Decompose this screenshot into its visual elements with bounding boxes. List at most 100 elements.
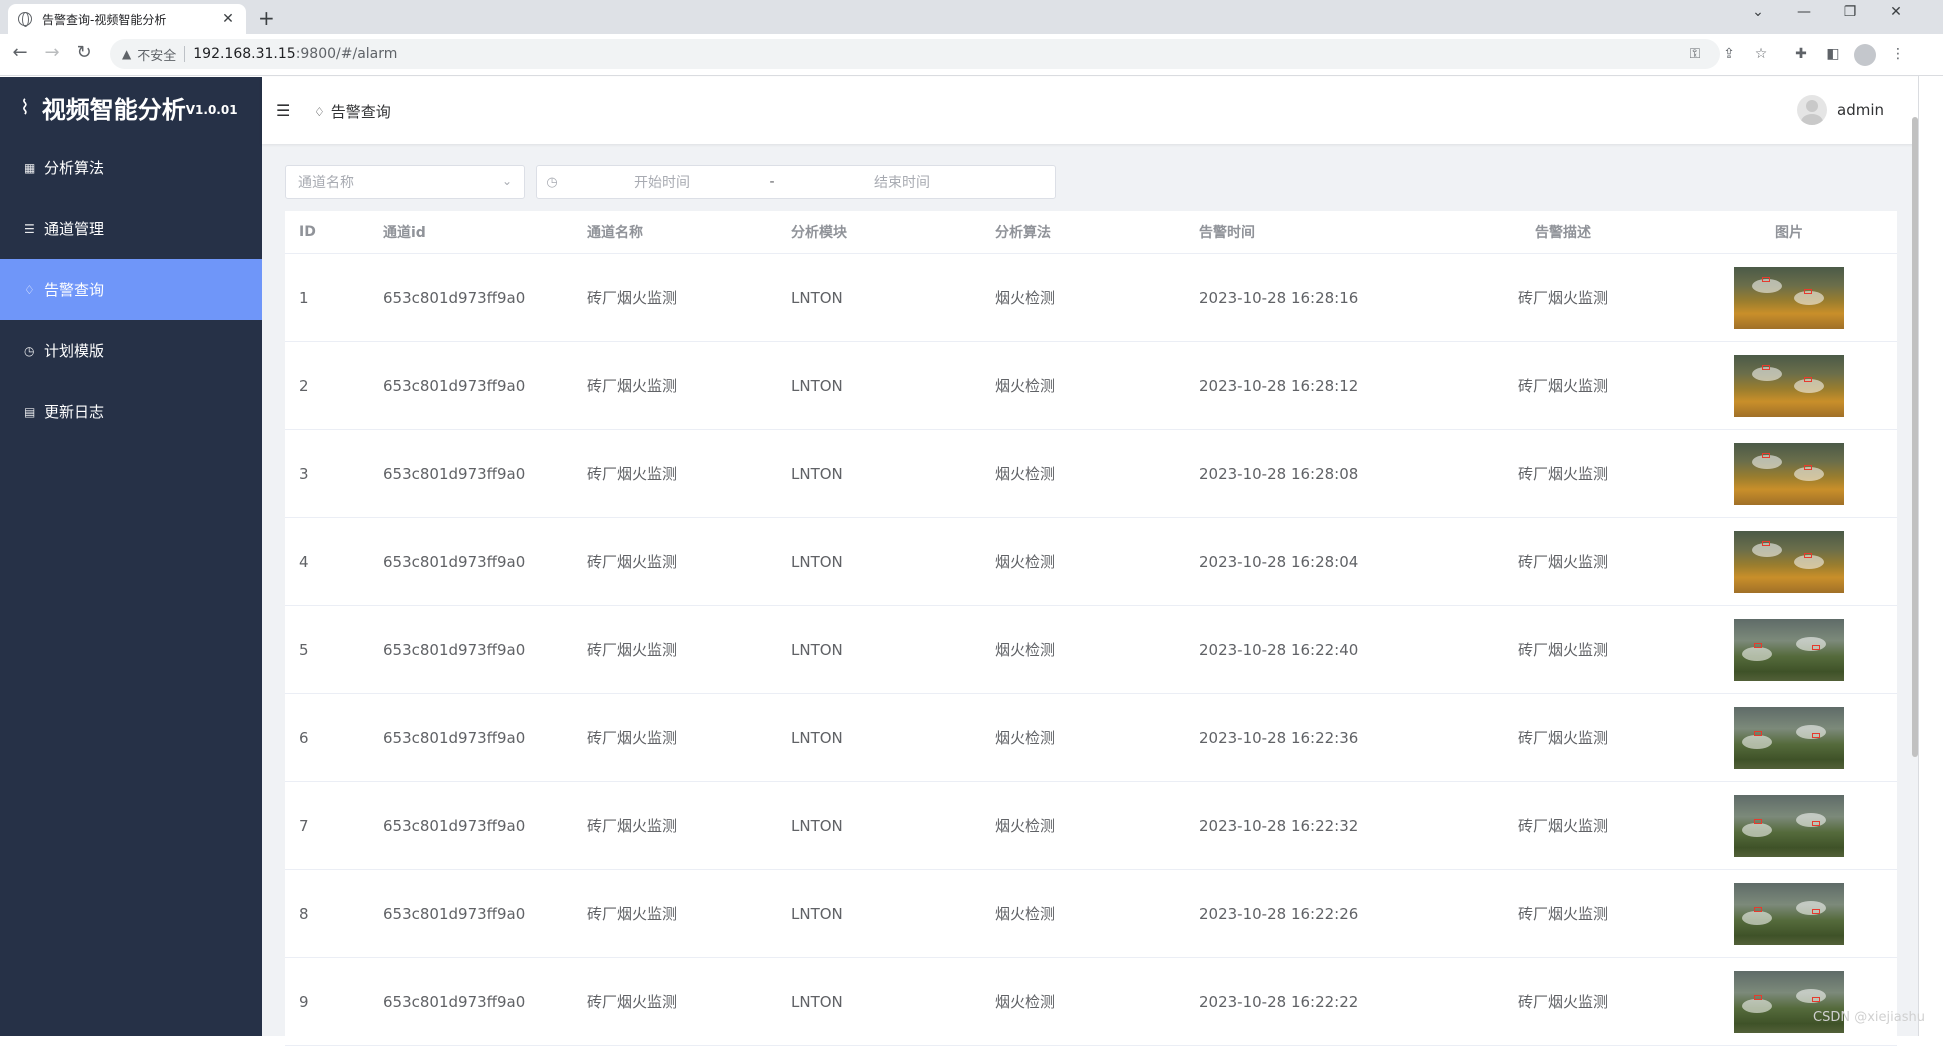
breadcrumb-label: 告警查询 [330, 103, 391, 121]
watermark: CSDN @xiejiashu [1813, 1010, 1925, 1025]
row-channel-name: 砖厂烟火监测 [587, 641, 678, 659]
row-description: 砖厂烟火监测 [1517, 465, 1608, 483]
table-body: 1 653c801d973ff9a0 砖厂烟火监测 LNTON 烟火检测 2023-10-… [285, 254, 1897, 1046]
sidebar-item-algorithms[interactable]: ▦ 分析算法 [0, 137, 262, 198]
star-icon[interactable]: ☆ [1751, 46, 1771, 62]
sidebar-item-plans[interactable]: ◷ 计划模版 [0, 320, 262, 381]
table-row[interactable]: 8 653c801d973ff9a0 砖厂烟火监测 LNTON 烟火检测 2023-10-… [285, 870, 1897, 958]
collapse-menu-icon[interactable]: ☰ [276, 101, 290, 120]
breadcrumb: ♢ 告警查询 [314, 101, 391, 122]
clock-icon: ◷ [24, 343, 35, 358]
end-time-input[interactable]: 结束时间 [787, 172, 1017, 192]
profile-icon[interactable] [1854, 44, 1876, 66]
reload-icon[interactable]: ↻ [70, 42, 98, 63]
table-row[interactable]: 2 653c801d973ff9a0 砖厂烟火监测 LNTON 烟火检测 2023-10-… [285, 342, 1897, 430]
new-tab-button[interactable]: + [258, 6, 275, 30]
detection-box [1812, 996, 1820, 1002]
restore-button[interactable]: ❐ [1827, 4, 1873, 20]
forward-icon[interactable]: → [38, 42, 66, 63]
table-row[interactable]: 5 653c801d973ff9a0 砖厂烟火监测 LNTON 烟火检测 2023-10-… [285, 606, 1897, 694]
table-row[interactable]: 9 653c801d973ff9a0 砖厂烟火监测 LNTON 烟火检测 2023-10-… [285, 958, 1897, 1046]
row-description: 砖厂烟火监测 [1517, 553, 1608, 571]
tab-close-icon[interactable]: ✕ [220, 11, 236, 27]
brand: ⌇ 视频智能分析 V1.0.01 [0, 77, 262, 137]
start-time-input[interactable]: 开始时间 [567, 172, 757, 192]
row-image-cell [1681, 794, 1897, 857]
table-row[interactable]: 4 653c801d973ff9a0 砖厂烟火监测 LNTON 烟火检测 2023-10-… [285, 518, 1897, 606]
tab-search-icon[interactable]: ⌄ [1735, 4, 1781, 20]
row-channel-name: 砖厂烟火监测 [587, 905, 678, 923]
brand-version: V1.0.01 [185, 103, 238, 117]
user-menu[interactable]: admin [1797, 95, 1884, 125]
key-icon[interactable]: ⚿ [1685, 46, 1705, 62]
minimize-button[interactable]: — [1781, 4, 1827, 20]
row-module: LNTON [791, 464, 843, 483]
back-icon[interactable]: ← [6, 42, 34, 63]
row-alarm-time: 2023-10-28 16:28:04 [1199, 552, 1359, 571]
column-header: 图片 [1775, 225, 1803, 241]
row-channel-name: 砖厂烟火监测 [587, 729, 678, 747]
address-bar[interactable]: ▲ 不安全 192.168.31.15 :9800/#/alarm [110, 39, 1720, 69]
row-algorithm: 烟火检测 [995, 729, 1056, 747]
extensions-icon[interactable]: ✚ [1791, 46, 1811, 62]
close-window-button[interactable]: ✕ [1873, 4, 1919, 20]
row-id: 3 [299, 464, 309, 483]
alarm-table: ID 通道id 通道名称 分析模块 分析算法 告警时间 告警描述 图片 1 653… [285, 211, 1897, 1046]
detection-box [1804, 552, 1812, 558]
row-channel-id: 653c801d973ff9a0 [383, 728, 526, 747]
share-icon[interactable]: ⇪ [1719, 46, 1739, 62]
tab-title: 告警查询-视频智能分析 [42, 12, 167, 27]
browser-tab[interactable]: 告警查询-视频智能分析 ✕ [8, 4, 246, 34]
detection-box [1762, 276, 1770, 282]
smoke-region [1796, 988, 1826, 1003]
insecure-label: 不安全 [137, 48, 177, 64]
sidebar-item-alarms[interactable]: ♢ 告警查询 [0, 259, 262, 320]
row-algorithm: 烟火检测 [995, 993, 1056, 1011]
table-row[interactable]: 6 653c801d973ff9a0 砖厂烟火监测 LNTON 烟火检测 2023-10-… [285, 694, 1897, 782]
row-channel-name: 砖厂烟火监测 [587, 377, 678, 395]
alarm-snapshot-thumbnail[interactable] [1734, 794, 1844, 857]
detection-box [1804, 464, 1812, 470]
row-channel-id: 653c801d973ff9a0 [383, 816, 526, 835]
chevron-down-icon: ⌄ [501, 174, 512, 188]
row-description: 砖厂烟火监测 [1517, 289, 1608, 307]
date-range-picker[interactable]: ◷ 开始时间 - 结束时间 [536, 165, 1056, 199]
column-header: 通道id [383, 225, 426, 241]
table-row[interactable]: 1 653c801d973ff9a0 砖厂烟火监测 LNTON 烟火检测 2023-10-… [285, 254, 1897, 342]
row-algorithm: 烟火检测 [995, 817, 1056, 835]
alarm-snapshot-thumbnail[interactable] [1734, 266, 1844, 329]
row-channel-id: 653c801d973ff9a0 [383, 640, 526, 659]
top-header: ☰ ♢ 告警查询 admin [262, 77, 1918, 144]
row-alarm-time: 2023-10-28 16:22:26 [1199, 904, 1359, 923]
alarm-snapshot-thumbnail[interactable] [1734, 882, 1844, 945]
row-id: 5 [299, 640, 309, 659]
sidebar-item-channels[interactable]: ☰ 通道管理 [0, 198, 262, 259]
table-row[interactable]: 7 653c801d973ff9a0 砖厂烟火监测 LNTON 烟火检测 2023-10-… [285, 782, 1897, 870]
side-panel-icon[interactable]: ◧ [1823, 46, 1843, 62]
alarm-snapshot-thumbnail[interactable] [1734, 618, 1844, 681]
column-header: 告警时间 [1199, 225, 1255, 241]
row-module: LNTON [791, 640, 843, 659]
avatar [1797, 95, 1827, 125]
smoke-region [1796, 636, 1826, 651]
alarm-snapshot-thumbnail[interactable] [1734, 706, 1844, 769]
row-image-cell [1681, 266, 1897, 329]
detection-box [1754, 994, 1762, 1000]
table-header: ID 通道id 通道名称 分析模块 分析算法 告警时间 告警描述 图片 [285, 211, 1897, 254]
row-channel-id: 653c801d973ff9a0 [383, 464, 526, 483]
row-alarm-time: 2023-10-28 16:22:32 [1199, 816, 1359, 835]
sidebar-item-changelog[interactable]: ▤ 更新日志 [0, 381, 262, 442]
menu-kebab-icon[interactable]: ⋮ [1888, 46, 1908, 62]
main-content: ☰ ♢ 告警查询 admin 通道名称 ⌄ ◷ 开始时间 - 结束时间 ID 通… [262, 77, 1918, 1046]
row-module: LNTON [791, 552, 843, 571]
table-row[interactable]: 3 653c801d973ff9a0 砖厂烟火监测 LNTON 烟火检测 2023-10-… [285, 430, 1897, 518]
row-alarm-time: 2023-10-28 16:28:12 [1199, 376, 1359, 395]
row-image-cell [1681, 882, 1897, 945]
detection-box [1762, 364, 1770, 370]
alarm-snapshot-thumbnail[interactable] [1734, 530, 1844, 593]
channel-select[interactable]: 通道名称 ⌄ [285, 165, 525, 199]
alarm-snapshot-thumbnail[interactable] [1734, 442, 1844, 505]
detection-box [1754, 642, 1762, 648]
alarm-snapshot-thumbnail[interactable] [1734, 354, 1844, 417]
detection-box [1804, 376, 1812, 382]
